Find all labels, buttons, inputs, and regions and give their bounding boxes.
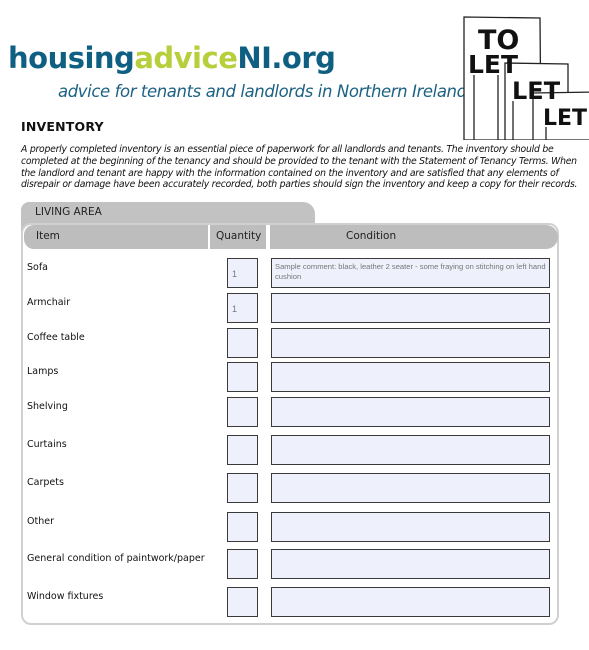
item-label: Armchair [27,297,71,308]
condition-field[interactable] [271,328,550,358]
site-tagline: advice for tenants and landlords in Nort… [58,82,467,101]
quantity-field[interactable] [227,473,258,503]
column-header-condition: Condition [270,225,558,249]
logo-part-ni-org: NI.org [237,41,336,75]
sign-text-let-1: LET [468,50,518,79]
item-label: Other [27,516,54,527]
logo-part-housing: housing [8,41,135,75]
page-title: INVENTORY [21,119,104,134]
condition-field[interactable]: Sample comment: black, leather 2 seater … [271,258,550,288]
sign-text-let-3: LET [543,106,587,131]
item-label: General condition of paintwork/paper [27,553,205,564]
quantity-field[interactable] [227,587,258,617]
item-label: Carpets [27,477,64,488]
condition-field[interactable] [271,473,550,503]
quantity-field[interactable] [227,397,258,427]
quantity-field[interactable] [227,549,258,579]
condition-field[interactable] [271,512,550,542]
condition-field[interactable] [271,397,550,427]
item-label: Curtains [27,439,67,450]
site-logo: housingadviceNI.org [8,41,336,75]
to-let-signs-icon: TO LET LET LET [463,16,589,140]
condition-field[interactable] [271,435,550,465]
condition-field[interactable] [271,293,550,323]
condition-field[interactable] [271,549,550,579]
quantity-field[interactable]: 1 [227,293,258,323]
condition-field[interactable] [271,362,550,392]
column-header-quantity: Quantity [210,225,266,249]
condition-field[interactable] [271,587,550,617]
quantity-field[interactable] [227,512,258,542]
logo-part-advice: advice [134,41,238,75]
item-label: Shelving [27,401,68,412]
quantity-field[interactable]: 1 [227,258,258,288]
column-header-item: Item [24,225,208,249]
quantity-field[interactable] [227,328,258,358]
item-label: Lamps [27,366,59,377]
sign-text-let-2: LET [512,77,561,105]
quantity-field[interactable] [227,435,258,465]
intro-paragraph: A properly completed inventory is an ess… [21,144,578,191]
item-label: Sofa [27,262,49,273]
section-title: LIVING AREA [35,206,102,218]
item-label: Coffee table [27,332,85,343]
quantity-field[interactable] [227,362,258,392]
item-label: Window fixtures [27,591,104,602]
